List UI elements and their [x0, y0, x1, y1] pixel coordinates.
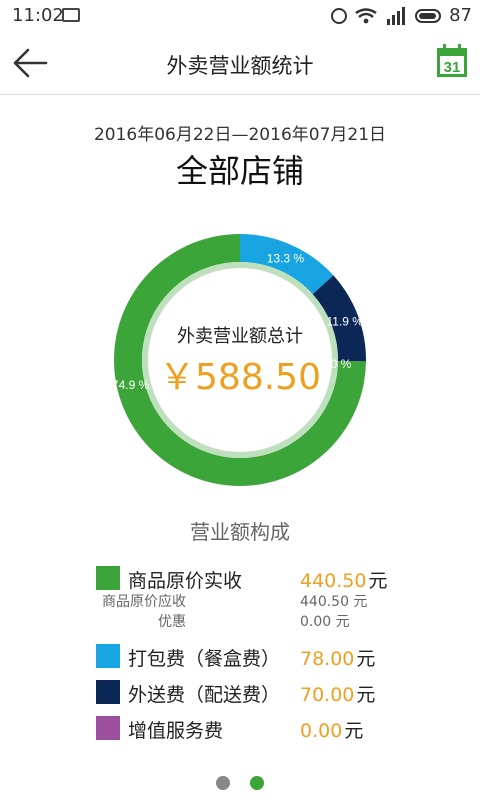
- detail-row-discount: 优惠 0.00 元: [60, 611, 400, 631]
- battery-icon: [415, 8, 442, 23]
- legend-item-delivery: 外送费（配送费） 70.00 元: [96, 678, 416, 708]
- signal-icon: [387, 6, 406, 25]
- donut-slice-label: 13.3 %: [267, 252, 305, 266]
- page-title: 外卖营业额统计: [166, 54, 314, 78]
- legend-label: 外送费（配送费）: [128, 684, 281, 706]
- legend-value: 440.50 元: [300, 570, 388, 592]
- detail-row-receivable: 商品原价应收 440.50 元: [60, 591, 400, 611]
- alarm-icon: [331, 7, 348, 24]
- app-bar: 外卖营业额统计 31: [0, 32, 480, 95]
- legend-item-value-added: 增值服务费 0.00 元: [96, 714, 416, 744]
- page-dot[interactable]: [216, 776, 230, 790]
- status-bar: 11:02 87: [0, 0, 480, 32]
- legend-label: 增值服务费: [128, 720, 224, 742]
- calendar-day: 31: [444, 59, 461, 76]
- image-notification-icon: [62, 8, 80, 22]
- date-range: 2016年06月22日—2016年07月21日: [93, 125, 387, 145]
- legend-value: 0.00 元: [300, 720, 364, 742]
- wifi-icon: [355, 7, 377, 23]
- total-label: 外卖营业额总计: [177, 326, 303, 347]
- status-icons: 87: [331, 5, 472, 26]
- store-name: 全部店铺: [175, 152, 304, 190]
- legend-swatch: [96, 716, 120, 740]
- legend-title: 营业额构成: [190, 520, 290, 544]
- total-value: ￥588.50: [159, 357, 321, 398]
- detail-value: 440.50 元: [300, 594, 368, 610]
- legend-swatch: [96, 566, 120, 590]
- legend-label: 商品原价实收: [128, 570, 243, 592]
- legend-value: 70.00 元: [300, 684, 376, 706]
- page-dot[interactable]: [250, 776, 264, 790]
- battery-level: 87: [449, 5, 472, 26]
- detail-label: 优惠: [158, 614, 186, 630]
- legend-swatch: [96, 680, 120, 704]
- legend-label: 打包费（餐盒费）: [128, 648, 281, 670]
- calendar-icon[interactable]: 31: [436, 44, 468, 78]
- legend-value: 78.00 元: [300, 648, 376, 670]
- detail-label: 商品原价应收: [102, 594, 186, 610]
- status-time: 11:02: [12, 5, 64, 26]
- page-indicator: [0, 776, 480, 790]
- legend-swatch: [96, 644, 120, 668]
- legend-item-goods: 商品原价实收 440.50 元: [96, 564, 416, 594]
- legend-item-packaging: 打包费（餐盒费） 78.00 元: [96, 642, 416, 672]
- detail-value: 0.00 元: [300, 614, 350, 630]
